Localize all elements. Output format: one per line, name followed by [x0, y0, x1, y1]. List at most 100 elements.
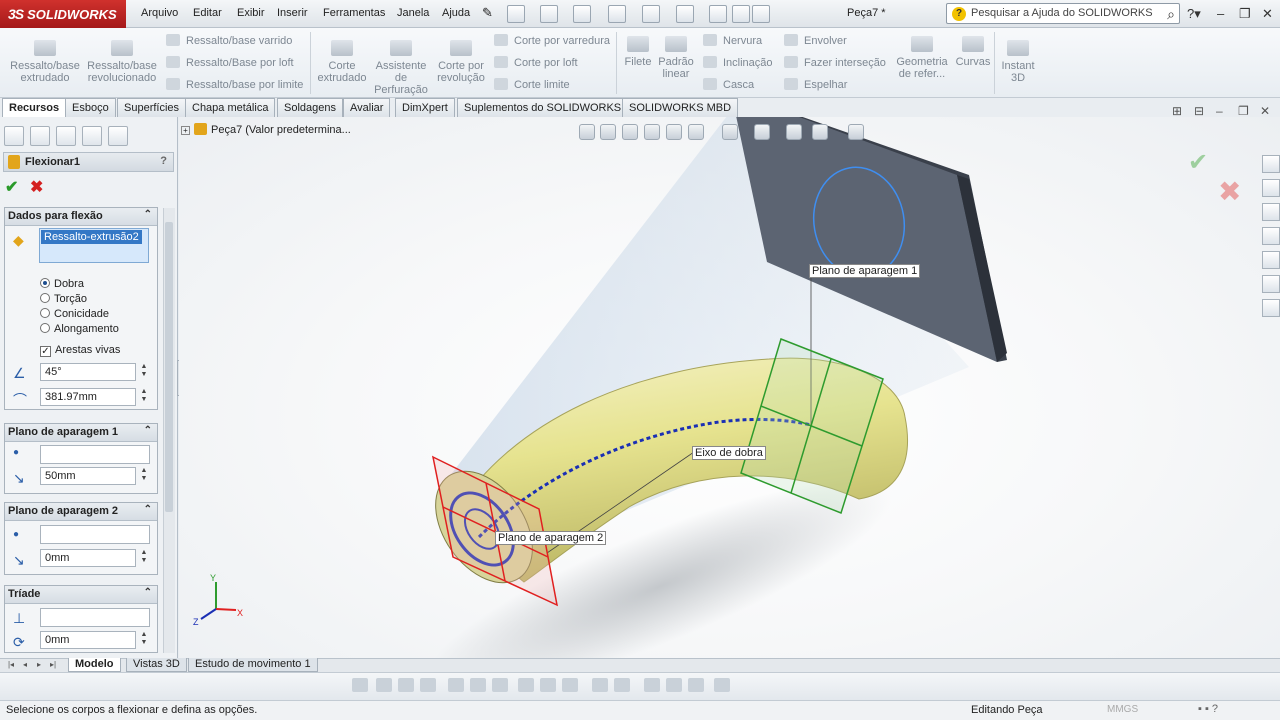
- tab-esboco[interactable]: Esboço: [65, 98, 116, 117]
- body-selection-box[interactable]: Ressalto-extrusão2: [39, 228, 149, 263]
- extruded-cut-button[interactable]: Corte extrudado: [316, 40, 368, 84]
- view-orientation-icon[interactable]: [688, 124, 704, 140]
- forum-icon[interactable]: [1262, 299, 1280, 317]
- open-icon[interactable]: [540, 5, 558, 23]
- trim-plane-1-header[interactable]: Plano de aparagem 1 ⌃: [5, 424, 157, 442]
- feature-tree-root[interactable]: Peça7 (Valor predetermina...: [211, 124, 351, 136]
- revolved-cut-button[interactable]: Corte por revolução: [434, 40, 488, 84]
- configuration-manager-tab-icon[interactable]: [56, 126, 76, 146]
- view-palette-icon[interactable]: [1262, 227, 1280, 245]
- linear-pattern-button[interactable]: Padrão linear: [656, 36, 696, 80]
- rebuild-icon[interactable]: [709, 5, 727, 23]
- tab-estudo-de-movimento[interactable]: Estudo de movimento 1: [188, 658, 318, 672]
- swept-cut-button[interactable]: Corte por varredura: [494, 34, 610, 47]
- toolbar-icon[interactable]: [714, 678, 730, 692]
- menu-janela[interactable]: Janela: [397, 7, 429, 19]
- lofted-cut-button[interactable]: Corte por loft: [494, 56, 578, 69]
- radio-alongamento[interactable]: Alongamento: [40, 323, 119, 335]
- first-tab-icon[interactable]: |◂: [6, 660, 16, 670]
- viewport-minimize-icon[interactable]: –: [1216, 104, 1223, 118]
- close-button[interactable]: ✕: [1262, 6, 1273, 22]
- undo-icon[interactable]: [642, 5, 660, 23]
- section-view-icon[interactable]: [644, 124, 660, 140]
- rib-button[interactable]: Nervura: [703, 34, 762, 47]
- trim-plane-1-spinner[interactable]: ▲ ▼: [138, 467, 150, 485]
- restore-button[interactable]: ❐: [1239, 6, 1251, 22]
- triad-reference-field[interactable]: [40, 608, 150, 627]
- toolbar-icon[interactable]: [448, 678, 464, 692]
- lofted-boss-button[interactable]: Ressalto/Base por loft: [166, 56, 294, 69]
- appearances-icon[interactable]: [1262, 251, 1280, 269]
- radio-torcao[interactable]: Torção: [40, 293, 87, 305]
- collapse-chevron-icon[interactable]: ⌃: [144, 504, 152, 515]
- toolbar-icon[interactable]: [688, 678, 704, 692]
- pin-icon[interactable]: ✎: [482, 5, 493, 21]
- solidworks-logo[interactable]: 3S SOLIDWORKS: [0, 0, 126, 28]
- shell-button[interactable]: Casca: [703, 78, 754, 91]
- toolbar-icon[interactable]: [376, 678, 392, 692]
- draft-button[interactable]: Inclinação: [703, 56, 773, 69]
- trim-plane-2-reference-field[interactable]: [40, 525, 150, 544]
- toolbar-icon[interactable]: [352, 678, 368, 692]
- tab-dimxpert[interactable]: DimXpert: [395, 98, 455, 117]
- tab-vistas-3d[interactable]: Vistas 3D: [126, 658, 187, 672]
- angle-input[interactable]: 45°: [40, 363, 136, 381]
- design-library-icon[interactable]: [1262, 179, 1280, 197]
- tab-solidworks-mbd[interactable]: SOLIDWORKS MBD: [622, 98, 739, 117]
- search-icon[interactable]: ⌕: [1167, 6, 1175, 23]
- mirror-button[interactable]: Espelhar: [784, 78, 847, 91]
- status-bar-icons[interactable]: ▪ ▪ ?: [1198, 703, 1218, 715]
- swept-boss-button[interactable]: Ressalto/base varrido: [166, 34, 292, 47]
- triad-spinner[interactable]: ▲ ▼: [138, 631, 150, 649]
- menu-ferramentas[interactable]: Ferramentas: [323, 7, 385, 19]
- menu-exibir[interactable]: Exibir: [237, 7, 265, 19]
- extruded-boss-button[interactable]: Ressalto/base extrudado: [8, 40, 82, 84]
- collapse-chevron-icon[interactable]: ⌃: [144, 209, 152, 220]
- trim-plane-2-label[interactable]: Plano de aparagem 2: [495, 531, 607, 545]
- dynamic-annotation-icon[interactable]: [666, 124, 682, 140]
- fillet-button[interactable]: Filete: [622, 36, 654, 68]
- confirm-cancel-icon[interactable]: ✖: [1218, 175, 1241, 208]
- selected-body-item[interactable]: Ressalto-extrusão2: [41, 230, 142, 244]
- triad-header[interactable]: Tríade ⌃: [5, 586, 157, 604]
- toolbar-icon[interactable]: [518, 678, 534, 692]
- ok-button[interactable]: ✔: [5, 177, 18, 197]
- model-canvas[interactable]: Y X Z: [179, 117, 1280, 658]
- bend-axis-label[interactable]: Eixo de dobra: [692, 446, 766, 460]
- help-icon[interactable]: ?: [160, 155, 167, 167]
- next-tab-icon[interactable]: ▸: [34, 660, 44, 670]
- property-manager-tab-icon[interactable]: [30, 126, 50, 146]
- toolbar-icon[interactable]: [492, 678, 508, 692]
- display-manager-tab-icon[interactable]: [108, 126, 128, 146]
- edit-appearance-icon[interactable]: [786, 124, 802, 140]
- sharp-edges-checkbox[interactable]: ✓ Arestas vivas: [40, 344, 120, 357]
- menu-ajuda[interactable]: Ajuda: [442, 7, 470, 19]
- zoom-to-fit-icon[interactable]: [579, 124, 595, 140]
- triad-value-input[interactable]: 0mm: [40, 631, 136, 649]
- view-settings-icon[interactable]: [848, 124, 864, 140]
- hide-show-items-icon[interactable]: [754, 124, 770, 140]
- toolbar-icon[interactable]: [398, 678, 414, 692]
- viewport-tile-icon[interactable]: ⊟: [1194, 104, 1204, 118]
- trim-plane-2-header[interactable]: Plano de aparagem 2 ⌃: [5, 503, 157, 521]
- solidworks-resources-icon[interactable]: [1262, 155, 1280, 173]
- toolbar-icon[interactable]: [562, 678, 578, 692]
- confirm-ok-icon[interactable]: ✔: [1188, 148, 1208, 177]
- hole-wizard-button[interactable]: Assistente de Perfuração: [372, 40, 430, 96]
- display-style-icon[interactable]: [722, 124, 738, 140]
- save-icon[interactable]: [573, 5, 591, 23]
- trim-plane-1-label[interactable]: Plano de aparagem 1: [809, 264, 921, 278]
- help-menu-icon[interactable]: ?▾: [1187, 6, 1201, 22]
- tab-soldagens[interactable]: Soldagens: [277, 98, 343, 117]
- tab-recursos[interactable]: Recursos: [2, 98, 67, 117]
- minimize-button[interactable]: –: [1217, 6, 1224, 21]
- tab-modelo[interactable]: Modelo: [68, 658, 121, 672]
- options-icon[interactable]: [752, 5, 770, 23]
- dimxpert-manager-tab-icon[interactable]: [82, 126, 102, 146]
- curves-button[interactable]: Curvas: [954, 36, 992, 68]
- print-icon[interactable]: [608, 5, 626, 23]
- menu-editar[interactable]: Editar: [193, 7, 222, 19]
- collapse-chevron-icon[interactable]: ⌃: [144, 587, 152, 598]
- panel-scrollbar-thumb[interactable]: [165, 222, 173, 512]
- radio-dobra[interactable]: Dobra: [40, 278, 84, 290]
